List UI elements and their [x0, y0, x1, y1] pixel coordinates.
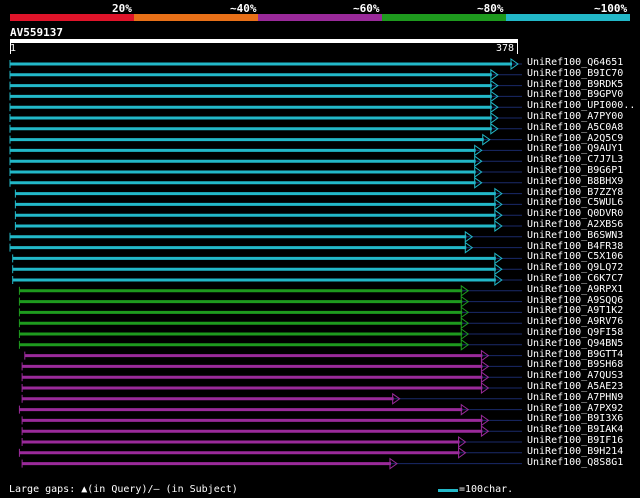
hit-label[interactable]: UniRef100_A5C0A8 — [527, 122, 623, 133]
hit-label[interactable]: UniRef100_A7PY00 — [527, 111, 623, 122]
hit-label[interactable]: UniRef100_A9T1K2 — [527, 305, 623, 316]
hit-label[interactable]: UniRef100_B9H214 — [527, 446, 623, 457]
legend-gaps-text: Large gaps: ▲(in Query)/– (in Subject) — [9, 484, 238, 495]
legend-scale-swatch — [438, 489, 458, 492]
hit-label[interactable]: UniRef100_B9GTT4 — [527, 349, 623, 360]
hit-label[interactable]: UniRef100_UPI000.. — [527, 100, 635, 111]
hit-label[interactable]: UniRef100_B6SWN3 — [527, 230, 623, 241]
hit-label[interactable]: UniRef100_B9GPV0 — [527, 89, 623, 100]
hit-label[interactable]: UniRef100_C5X106 — [527, 251, 623, 262]
hit-label[interactable]: UniRef100_B9I3X6 — [527, 413, 623, 424]
hit-label[interactable]: UniRef100_C7J7L3 — [527, 154, 623, 165]
hit-label[interactable]: UniRef100_Q64651 — [527, 57, 623, 68]
hit-label[interactable]: UniRef100_A9RPX1 — [527, 284, 623, 295]
hit-label[interactable]: UniRef100_Q94BN5 — [527, 338, 623, 349]
hit-label[interactable]: UniRef100_B9RDK5 — [527, 79, 623, 90]
hit-label[interactable]: UniRef100_A5AE23 — [527, 381, 623, 392]
hit-label[interactable]: UniRef100_A7QUS3 — [527, 370, 623, 381]
hit-label[interactable]: UniRef100_Q9FI58 — [527, 327, 623, 338]
hit-label[interactable]: UniRef100_Q9LQ72 — [527, 262, 623, 273]
hit-label[interactable]: UniRef100_B9SH68 — [527, 359, 623, 370]
hit-label[interactable]: UniRef100_A9SQQ6 — [527, 295, 623, 306]
hit-label[interactable]: UniRef100_B7ZZY8 — [527, 187, 623, 198]
legend-scale-text: =100char. — [459, 484, 514, 495]
hit-label[interactable]: UniRef100_B4FR38 — [527, 241, 623, 252]
hit-label[interactable]: UniRef100_B9IF16 — [527, 435, 623, 446]
hit-label[interactable]: UniRef100_A7PX92 — [527, 403, 623, 414]
hit-label[interactable]: UniRef100_B9IAK4 — [527, 424, 623, 435]
hit-label[interactable]: UniRef100_A9RV76 — [527, 316, 623, 327]
hit-label[interactable]: UniRef100_A2XBS6 — [527, 219, 623, 230]
hit-label[interactable]: UniRef100_Q0DVR0 — [527, 208, 623, 219]
hit-label[interactable]: UniRef100_A2Q5C9 — [527, 133, 623, 144]
hit-label[interactable]: UniRef100_C6K7C7 — [527, 273, 623, 284]
hit-label[interactable]: UniRef100_B9G6P1 — [527, 165, 623, 176]
hit-label[interactable]: UniRef100_B9IC70 — [527, 68, 623, 79]
hit-label[interactable]: UniRef100_C5WUL6 — [527, 197, 623, 208]
hit-label[interactable]: UniRef100_Q9AUY1 — [527, 143, 623, 154]
hit-label[interactable]: UniRef100_B8BHX9 — [527, 176, 623, 187]
hit-label[interactable]: UniRef100_A7PHN9 — [527, 392, 623, 403]
hit-list: UniRef100_Q64651 UniRef100_B9IC70 UniRef10… — [0, 0, 640, 498]
hit-label[interactable]: UniRef100_Q8S8G1 — [527, 457, 623, 468]
